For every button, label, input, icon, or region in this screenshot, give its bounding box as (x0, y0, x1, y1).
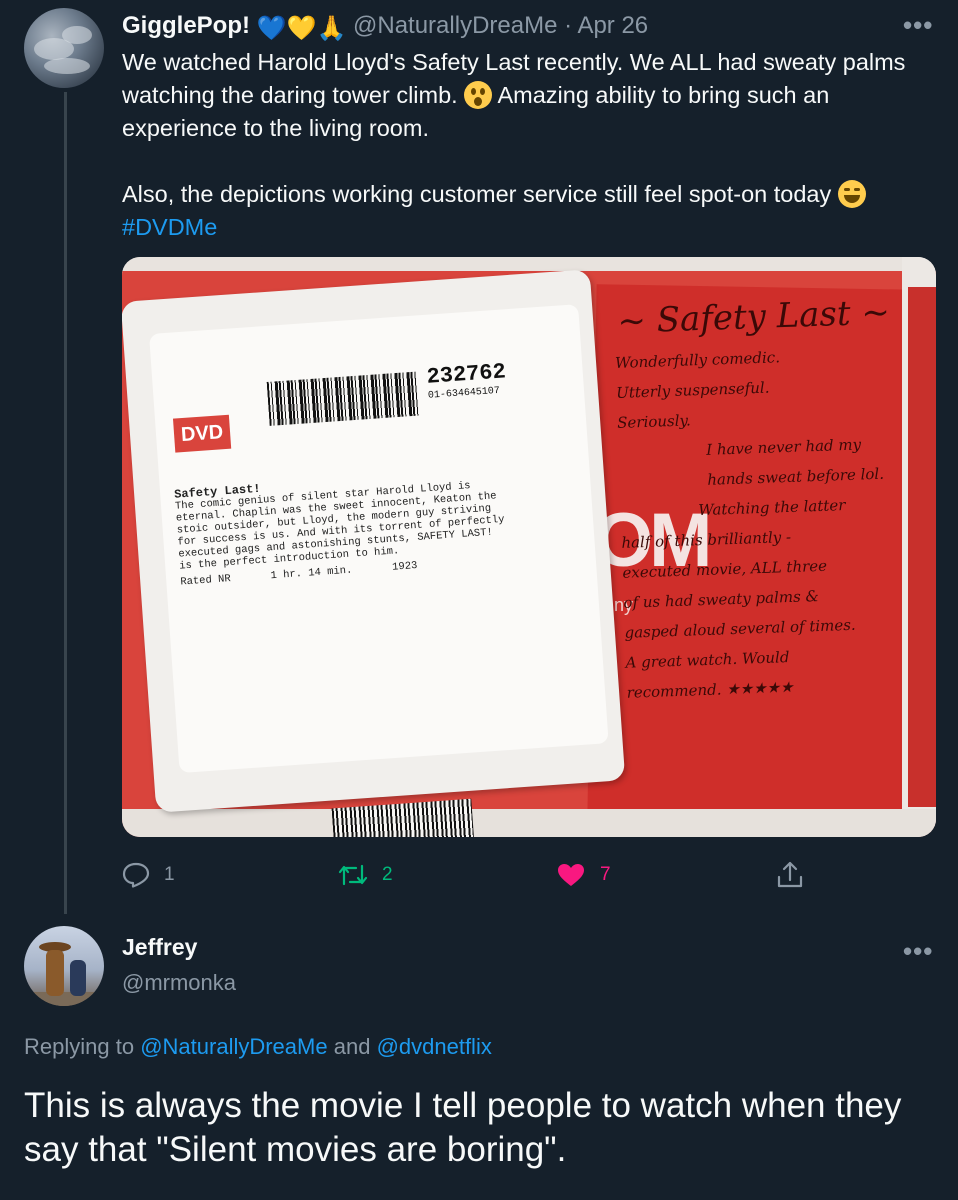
more-options-icon[interactable]: ••• (903, 10, 933, 41)
heart-icon (558, 864, 584, 886)
tweet-text: We watched Harold Lloyd's Safety Last re… (122, 46, 942, 244)
thread-connector-line (64, 92, 67, 914)
reply-text: This is always the movie I tell people t… (24, 1086, 902, 1169)
reply-button[interactable]: 1 (122, 862, 175, 888)
astonished-face-icon (464, 81, 493, 109)
like-count: 7 (600, 864, 611, 885)
reply-icon (122, 862, 150, 888)
name-emojis: 💙💛🙏 (256, 15, 347, 42)
tweet-photo[interactable]: OM ny ~ Safety Last ~ Wonderfully comedi… (122, 257, 936, 837)
author-handle[interactable]: @NaturallyDreaMe (353, 12, 557, 39)
retweet-count: 2 (382, 864, 393, 885)
dot-separator: · (564, 12, 573, 39)
hashtag-link[interactable]: #DVDMe (122, 214, 217, 240)
share-icon (777, 861, 803, 888)
replying-prefix: Replying to (24, 1034, 135, 1059)
tweet-text-line: Also, the depictions working customer se… (122, 178, 942, 211)
tweet-text-line: experience to the living room. (122, 115, 429, 141)
reply-author-name[interactable]: Jeffrey (122, 934, 197, 961)
author-avatar[interactable] (24, 8, 104, 88)
share-button[interactable] (776, 860, 804, 890)
mention-link[interactable]: @NaturallyDreaMe (140, 1034, 327, 1059)
dvd-logo: DVD (172, 414, 232, 453)
tweet-date[interactable]: Apr 26 (577, 12, 648, 39)
tweet-actions: 1 2 7 (0, 858, 958, 892)
retweet-icon (338, 864, 368, 886)
note-title: ~ Safety Last ~ (616, 292, 891, 342)
mention-link[interactable]: @dvdnetflix (377, 1034, 492, 1059)
retweet-button[interactable]: 2 (338, 862, 393, 888)
replying-to-line: Replying to @NaturallyDreaMe and @dvdnet… (24, 1034, 492, 1060)
tweet-text-segment: Also, the depictions working customer se… (122, 181, 832, 207)
like-button[interactable]: 7 (556, 862, 611, 888)
tweet-text-segment: Amazing ability to bring such an (497, 82, 830, 108)
tweet-text-line: We watched Harold Lloyd's Safety Last re… (122, 49, 906, 75)
grinning-squinting-face-icon (837, 180, 866, 208)
author-name[interactable]: GigglePop! (122, 12, 250, 39)
reply-author-handle[interactable]: @mrmonka (122, 970, 236, 996)
tweet-header: GigglePop! 💙💛🙏 @NaturallyDreaMe · Apr 26 (122, 12, 648, 43)
handwritten-note: ~ Safety Last ~ Wonderfully comedic. Utt… (613, 292, 907, 708)
replying-and: and (333, 1034, 371, 1059)
label-year: 1923 (391, 559, 418, 574)
tweet-text-segment: watching the daring tower climb. (122, 82, 458, 108)
reply-author-avatar[interactable] (24, 926, 104, 1006)
reply-more-options-icon[interactable]: ••• (903, 936, 933, 967)
reply-count: 1 (164, 864, 175, 885)
dvd-envelope: DVD 232762 01-634645107 Safety Last! The… (122, 269, 626, 837)
tweet-text-line: watching the daring tower climb. Amazing… (122, 79, 942, 112)
